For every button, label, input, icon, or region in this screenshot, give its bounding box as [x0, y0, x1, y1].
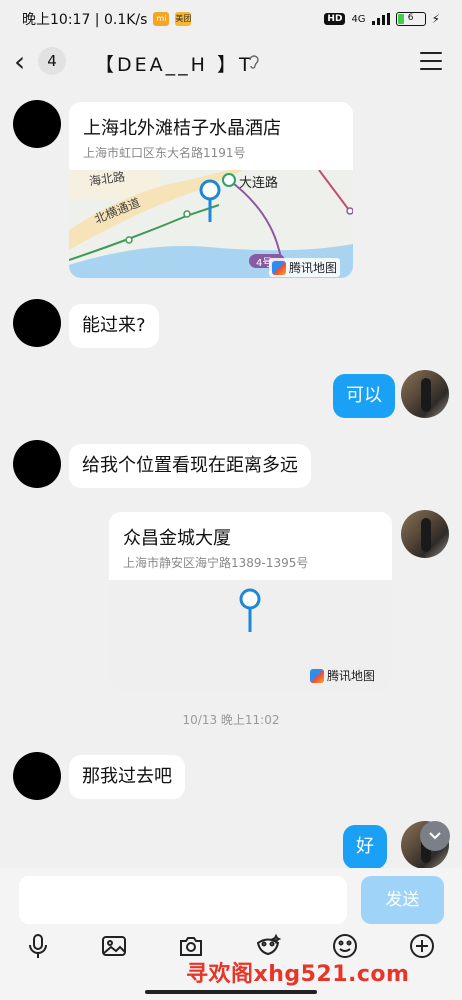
- contact-avatar[interactable]: [13, 299, 61, 347]
- map-preview: 海北路 北横通道 大连路 4号 腾讯地图: [69, 170, 353, 278]
- user-avatar[interactable]: [401, 370, 449, 418]
- unread-count-badge[interactable]: 4: [38, 47, 66, 75]
- message-bubble[interactable]: 能过来?: [69, 304, 159, 348]
- contact-avatar[interactable]: [13, 440, 61, 488]
- message-bubble[interactable]: 给我个位置看现在距离多远: [69, 444, 311, 488]
- watermark: 寻欢阁xhg521.com: [186, 962, 410, 987]
- ear-icon: [248, 54, 260, 74]
- contact-avatar[interactable]: [13, 100, 61, 148]
- message-bubble-self[interactable]: 好: [343, 825, 387, 869]
- location-name: 众昌金城大厦: [123, 528, 231, 549]
- contact-avatar[interactable]: [13, 752, 61, 800]
- send-button[interactable]: 发送: [361, 876, 444, 924]
- message-input[interactable]: [19, 876, 347, 924]
- battery-icon: 6: [395, 12, 426, 26]
- meituan-app-icon: 美团: [175, 12, 192, 26]
- map-brand-label: 腾讯地图: [327, 669, 376, 683]
- map-metro-label: 大连路: [239, 176, 279, 191]
- menu-icon[interactable]: [420, 52, 442, 70]
- mi-app-icon: mi: [153, 12, 170, 26]
- location-name: 上海北外滩桔子水晶酒店: [83, 118, 281, 139]
- hd-icon: HD: [324, 13, 346, 25]
- map-brand: 腾讯地图: [307, 666, 378, 685]
- map-preview: 腾讯地图: [109, 580, 392, 692]
- network-label: 4G: [351, 13, 366, 25]
- chat-title: 【DEA__H 】T: [95, 54, 254, 76]
- message-timestamp: 10/13 晚上11:02: [182, 713, 280, 727]
- back-arrow-icon[interactable]: ‹: [14, 48, 25, 76]
- tencent-map-logo-icon: [272, 260, 286, 275]
- message-bubble-self[interactable]: 可以: [333, 374, 395, 418]
- battery-level: 6: [407, 13, 414, 23]
- location-address: 上海市静安区海宁路1389-1395号: [123, 556, 309, 570]
- message-bubble[interactable]: 那我过去吧: [69, 755, 185, 799]
- plus-icon[interactable]: [408, 932, 440, 968]
- location-card[interactable]: 上海北外滩桔子水晶酒店 上海市虹口区东大名路1191号 海北路 北横通道 大连路…: [69, 102, 353, 278]
- tencent-map-logo-icon: [310, 668, 324, 683]
- map-brand-label: 腾讯地图: [289, 261, 338, 275]
- map-brand: 腾讯地图: [269, 258, 341, 277]
- image-icon[interactable]: [100, 932, 132, 968]
- status-bar: 晚上10:17 | 0.1K/s mi 美团 HD 4G 6 ⚡: [0, 0, 462, 38]
- signal-icon: [371, 13, 390, 25]
- location-card[interactable]: 众昌金城大厦 上海市静安区海宁路1389-1395号 腾讯地图: [109, 512, 392, 692]
- location-address: 上海市虹口区东大名路1191号: [83, 146, 246, 160]
- home-indicator[interactable]: [145, 990, 317, 994]
- scroll-down-icon[interactable]: [420, 821, 450, 851]
- chat-header: ‹ 4 【DEA__H 】T: [0, 40, 462, 86]
- user-avatar[interactable]: [401, 510, 449, 558]
- status-time: 晚上10:17 | 0.1K/s: [22, 12, 148, 28]
- microphone-icon[interactable]: [24, 932, 56, 968]
- charging-icon: ⚡: [431, 12, 440, 26]
